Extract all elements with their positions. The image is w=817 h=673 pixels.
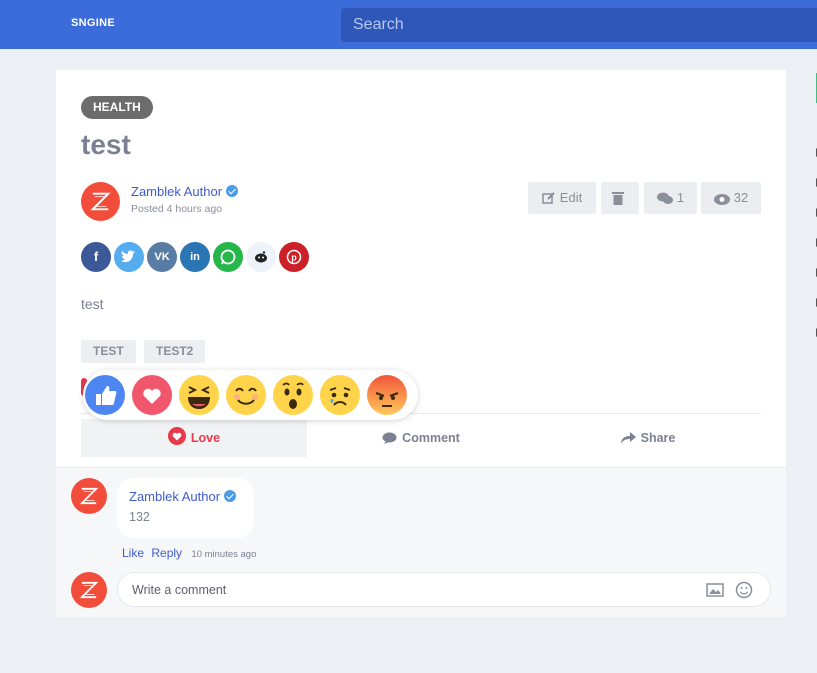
comment-button[interactable]: Comment (307, 419, 535, 457)
sad-reaction-icon[interactable] (320, 375, 360, 415)
search-input[interactable] (341, 8, 817, 42)
eye-icon (713, 194, 730, 205)
current-user-avatar[interactable] (71, 572, 107, 608)
commenter-avatar[interactable] (71, 478, 107, 514)
comment-reply-link[interactable]: Reply (151, 546, 182, 560)
post-time[interactable]: Posted 4 hours ago (131, 203, 222, 215)
trash-icon (612, 192, 624, 205)
edit-label: Edit (559, 190, 583, 205)
love-button[interactable]: Love (81, 419, 307, 457)
post-card: HEALTH test Zamblek Author Posted 4 hour… (56, 70, 786, 617)
category-badge[interactable]: HEALTH (81, 96, 153, 119)
post-body: test (81, 296, 104, 312)
comments-section: Zamblek Author 132 Like Reply 10 minutes… (56, 467, 786, 617)
site-logo[interactable]: SNGINE (71, 17, 115, 29)
comments-count: 1 (676, 190, 685, 205)
twitter-icon[interactable] (114, 242, 144, 272)
angry-reaction-icon[interactable] (367, 375, 407, 415)
views-count-button[interactable]: 32 (701, 182, 761, 214)
wow-reaction-icon[interactable] (273, 375, 313, 415)
reactions-popover (83, 370, 418, 420)
avatar-z-logo-icon (79, 581, 99, 599)
comment-like-link[interactable]: Like (122, 546, 144, 560)
love-label: Love (190, 431, 221, 445)
search-box[interactable] (341, 8, 817, 42)
tag-test2[interactable]: TEST2 (144, 340, 206, 363)
photo-icon[interactable] (706, 581, 724, 599)
post-author-name[interactable]: Zamblek Author (131, 184, 222, 199)
linkedin-icon[interactable]: in (180, 242, 210, 272)
facebook-icon[interactable]: f (81, 242, 111, 272)
love-reaction-option-icon[interactable] (132, 375, 172, 415)
pinterest-icon[interactable]: p (279, 242, 309, 272)
comment-icon (382, 432, 397, 444)
delete-button[interactable] (601, 182, 639, 214)
love-reaction-icon (167, 427, 186, 445)
post-author[interactable]: Zamblek Author (131, 184, 239, 199)
tag-test[interactable]: TEST (81, 340, 136, 363)
comment-text: 132 (129, 510, 150, 524)
comments-icon (656, 192, 673, 204)
yay-reaction-icon[interactable] (226, 375, 266, 415)
comment-label: Comment (402, 431, 460, 445)
post-action-bar: Love Comment Share (81, 419, 761, 457)
vk-icon[interactable]: VK (147, 242, 177, 272)
comments-count-button[interactable]: 1 (644, 182, 697, 214)
top-navbar: SNGINE (0, 0, 817, 49)
comment-time[interactable]: 10 minutes ago (191, 549, 256, 560)
comment-composer (117, 572, 771, 607)
author-avatar[interactable] (81, 182, 120, 221)
edit-button[interactable]: Edit (528, 182, 596, 214)
comment-author[interactable]: Zamblek Author (129, 489, 237, 504)
comment-author-name[interactable]: Zamblek Author (129, 489, 220, 504)
comment-meta: Like Reply 10 minutes ago (122, 546, 256, 560)
comment-bubble: Zamblek Author 132 (117, 478, 254, 538)
right-sidebar-edge (811, 70, 817, 670)
share-icon (620, 432, 636, 444)
avatar-z-logo-icon (90, 192, 111, 211)
verified-icon (226, 185, 239, 197)
edit-icon (542, 192, 555, 204)
reddit-icon[interactable] (246, 242, 276, 272)
verified-icon (224, 490, 237, 502)
post-title: test (81, 129, 131, 160)
haha-reaction-icon[interactable] (179, 375, 219, 415)
like-reaction-icon[interactable] (85, 375, 125, 415)
share-button[interactable]: Share (535, 419, 761, 457)
emoji-icon[interactable] (735, 581, 753, 599)
avatar-z-logo-icon (79, 487, 99, 505)
svg-text:p: p (291, 253, 297, 263)
whatsapp-icon[interactable] (213, 242, 243, 272)
share-label: Share (640, 431, 676, 445)
comment-input[interactable] (132, 573, 692, 606)
views-count: 32 (733, 190, 749, 205)
